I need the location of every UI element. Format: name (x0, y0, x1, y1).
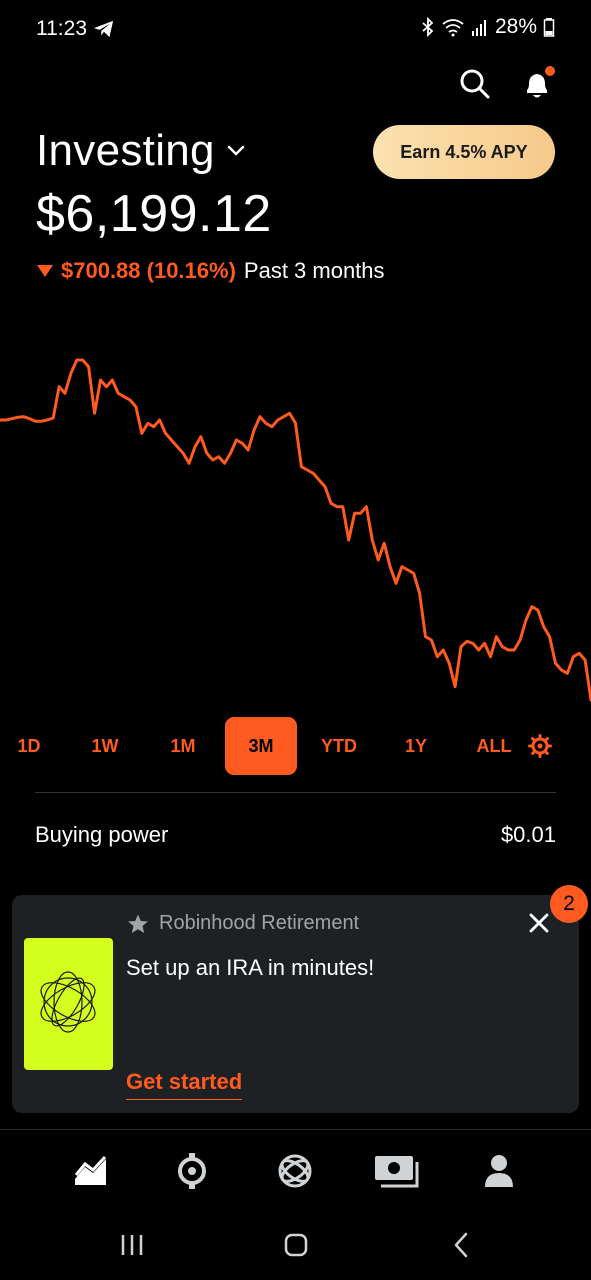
nav-retirement[interactable] (270, 1146, 320, 1196)
account-icon (485, 1155, 513, 1187)
nav-cash[interactable] (372, 1146, 422, 1196)
portfolio-chart[interactable] (0, 330, 591, 720)
home-icon[interactable] (281, 1230, 311, 1260)
signal-icon (471, 20, 486, 36)
portfolio-change: $700.88 (10.16%) Past 3 months (37, 258, 385, 284)
change-amount: $700.88 (10.16%) (61, 258, 236, 283)
tab-1w[interactable]: 1W (80, 717, 130, 775)
tab-3m[interactable]: 3M (225, 717, 297, 775)
account-title: Investing (36, 126, 215, 175)
recent-apps-icon[interactable] (117, 1230, 147, 1260)
nav-investing[interactable] (66, 1146, 116, 1196)
buying-power-row[interactable]: Buying power $0.01 (35, 822, 556, 848)
buying-power-value: $0.01 (500, 822, 556, 847)
investing-chart-icon (74, 1155, 107, 1185)
get-started-link[interactable]: Get started (126, 1069, 243, 1100)
battery-percent: 28% (494, 15, 537, 38)
promo-kicker-text: Robinhood Retirement (159, 912, 360, 934)
nav-account[interactable] (474, 1146, 524, 1196)
star-icon (128, 914, 148, 933)
promo-title: Set up an IRA in minutes! (126, 955, 375, 980)
chart-series-line (0, 358, 591, 702)
crypto-icon (178, 1153, 206, 1189)
retirement-icon (278, 1154, 312, 1188)
ira-promo-art (24, 938, 113, 1070)
tab-ytd[interactable]: YTD (312, 717, 366, 775)
system-nav (0, 1220, 591, 1270)
tab-1d[interactable]: 1D (8, 717, 50, 775)
earn-apy-button[interactable]: Earn 4.5% APY (373, 125, 555, 179)
nav-crypto[interactable] (167, 1146, 217, 1196)
bottom-nav (0, 1146, 591, 1196)
buying-power-label: Buying power (35, 822, 169, 847)
status-bar: 11:23 28% (0, 0, 591, 58)
portfolio-value: $6,199.12 (36, 185, 272, 243)
cash-icon (375, 1156, 419, 1188)
close-icon[interactable] (528, 912, 550, 934)
account-selector[interactable]: Investing (36, 126, 247, 176)
promo-count-badge: 2 (550, 885, 588, 923)
down-arrow-icon (37, 265, 53, 277)
top-actions (457, 66, 555, 102)
tab-1m[interactable]: 1M (158, 717, 208, 775)
promo-kicker: Robinhood Retirement (127, 912, 359, 935)
battery-icon (543, 18, 555, 37)
search-icon (460, 69, 490, 99)
back-icon[interactable] (448, 1230, 478, 1260)
notification-dot (545, 66, 555, 76)
bluetooth-icon (422, 17, 434, 37)
range-tabs: 1D 1W 1M 3M YTD 1Y ALL (0, 717, 591, 775)
tab-1y[interactable]: 1Y (394, 717, 438, 775)
nav-divider (0, 1129, 591, 1130)
tab-all[interactable]: ALL (470, 717, 518, 775)
chart-settings-icon[interactable] (528, 734, 552, 758)
status-icons: 28% (421, 15, 555, 39)
divider (35, 792, 556, 793)
status-time: 11:23 (36, 17, 87, 40)
retirement-orbit-icon (40, 971, 96, 1033)
notifications-button[interactable] (519, 66, 555, 102)
search-button[interactable] (457, 66, 493, 102)
wifi-icon (442, 19, 464, 37)
telegram-icon (94, 20, 114, 38)
chevron-down-icon (227, 145, 245, 156)
change-period: Past 3 months (243, 258, 385, 283)
